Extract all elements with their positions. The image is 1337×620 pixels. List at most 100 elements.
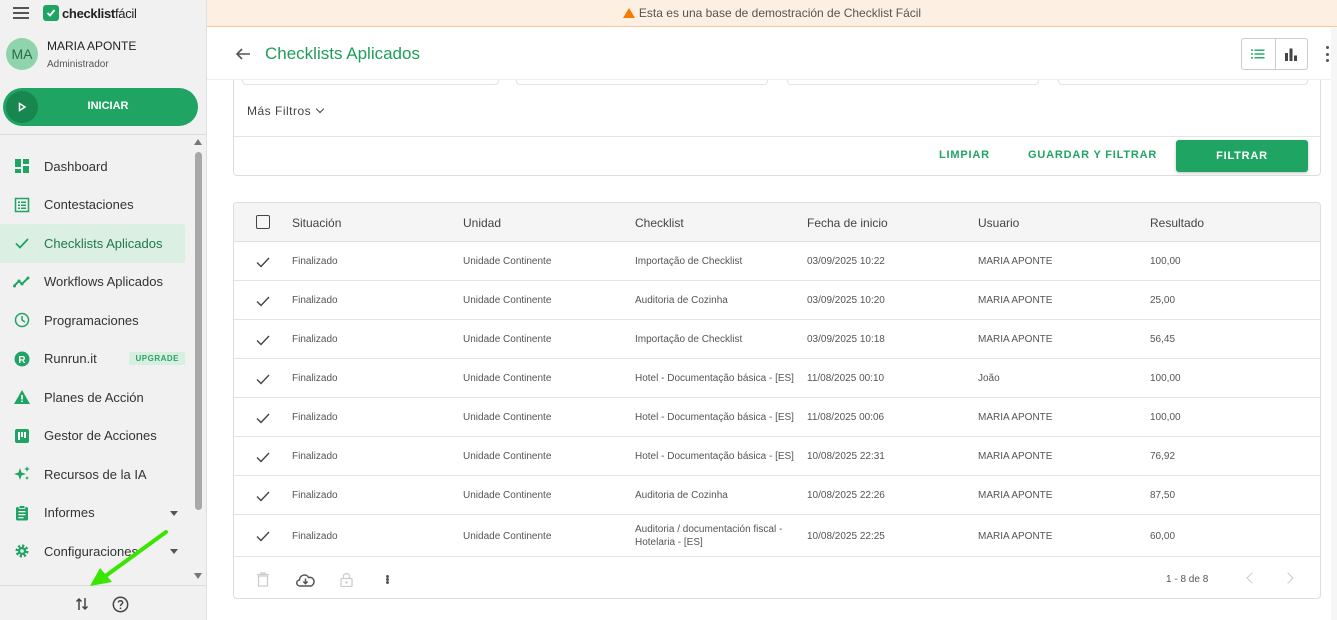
cell-usuario: MARIA APONTE (978, 451, 1053, 462)
filter-field[interactable] (242, 80, 499, 85)
gear-icon (13, 542, 31, 560)
sidebar-item-configuraciones[interactable]: Configuraciones (0, 532, 190, 571)
list-icon (13, 196, 31, 214)
list-view-button[interactable] (1242, 39, 1275, 69)
cell-situacion: Finalizado (292, 530, 338, 542)
cell-situacion: Finalizado (292, 490, 338, 501)
save-filter-button[interactable]: GUARDAR Y FILTRAR (1028, 149, 1157, 161)
expand-caret-icon[interactable] (170, 549, 178, 554)
switch-arrows-icon[interactable] (73, 595, 91, 613)
sidebar-item-label: Recursos de la IA (44, 466, 147, 482)
sidebar-item-informes[interactable]: Informes (0, 494, 190, 533)
avatar: MA (6, 38, 38, 70)
more-filters-label: Más Filtros (247, 104, 312, 118)
sidebar-item-dashboard[interactable]: Dashboard (0, 147, 190, 186)
scroll-down-icon[interactable] (194, 573, 202, 579)
filter-button[interactable]: FILTRAR (1176, 140, 1308, 172)
sparkle-icon (13, 465, 31, 483)
next-page-icon[interactable] (1282, 572, 1294, 584)
sidebar-item-workflows[interactable]: Workflows Aplicados (0, 263, 190, 302)
previous-page-icon[interactable] (1246, 572, 1258, 584)
table-row[interactable]: Finalizado Unidade Continente Hotel - Docu… (234, 398, 1320, 437)
table-row[interactable]: Finalizado Unidade Continente Auditoria de… (234, 476, 1320, 515)
sidebar-header: checklistfácil (0, 0, 206, 28)
check-icon (13, 234, 31, 252)
table-row[interactable]: Finalizado Unidade Continente Importação d… (234, 242, 1320, 281)
cloud-download-icon[interactable] (294, 570, 316, 588)
sidebar-item-label: Checklists Aplicados (44, 235, 163, 251)
column-header-usuario[interactable]: Usuario (978, 216, 1019, 230)
kanban-icon (13, 427, 31, 445)
sidebar-item-label: Workflows Aplicados (44, 274, 163, 290)
sidebar-item-programaciones[interactable]: Programaciones (0, 301, 190, 340)
column-header-unidad[interactable]: Unidad (463, 216, 501, 230)
svg-text:R: R (18, 355, 26, 366)
cell-unidad: Unidade Continente (463, 295, 552, 306)
filter-field[interactable] (516, 80, 768, 85)
column-header-checklist[interactable]: Checklist (635, 216, 684, 230)
sidebar-item-planes-accion[interactable]: Planes de Acción (0, 378, 190, 417)
page-title: Checklists Aplicados (265, 44, 420, 63)
cell-fecha: 10/08/2025 22:26 (807, 490, 885, 501)
table-row[interactable]: Finalizado Unidade Continente Auditoria de… (234, 281, 1320, 320)
cell-resultado: 56,45 (1150, 334, 1176, 345)
filter-field[interactable] (1058, 80, 1308, 85)
chart-view-button[interactable] (1274, 39, 1308, 69)
select-all-checkbox[interactable] (256, 215, 270, 229)
table-row[interactable]: Finalizado Unidade Continente Hotel - Docu… (234, 437, 1320, 476)
user-name: MARIA APONTE (47, 38, 137, 53)
filter-field[interactable] (787, 80, 1039, 85)
menu-icon[interactable] (13, 7, 29, 19)
cell-unidad: Unidade Continente (463, 490, 552, 501)
column-header-resultado[interactable]: Resultado (1150, 216, 1204, 230)
help-icon[interactable] (111, 595, 129, 613)
sidebar-scrollbar[interactable] (193, 137, 204, 584)
sidebar-item-runrunit[interactable]: R Runrun.it UPGRADE (0, 340, 190, 379)
sidebar-item-gestor-acciones[interactable]: Gestor de Acciones (0, 417, 190, 456)
table-row[interactable]: Finalizado Unidade Continente Importação d… (234, 320, 1320, 359)
logo-text: checklistfácil (62, 5, 137, 21)
clear-button[interactable]: LIMPIAR (939, 149, 990, 161)
more-options-icon[interactable] (1323, 46, 1331, 62)
more-filters-toggle[interactable]: Más Filtros (247, 104, 325, 118)
lock-icon[interactable] (337, 570, 355, 588)
sidebar-item-label: Runrun.it (44, 351, 97, 367)
sidebar: checklistfácil MA MARIA APONTE Administr… (0, 0, 207, 620)
table-row[interactable]: Finalizado Unidade Continente Auditoria / … (234, 515, 1320, 557)
results-table: Situación Unidad Checklist Fecha de inic… (233, 202, 1321, 599)
banner-text: Esta es una base de demostración de Chec… (638, 6, 922, 20)
sidebar-item-contestaciones[interactable]: Contestaciones (0, 186, 190, 225)
delete-icon[interactable] (254, 570, 272, 588)
start-button[interactable]: INICIAR (3, 88, 198, 126)
cell-checklist: Auditoria de Cozinha (635, 490, 728, 501)
cell-usuario: MARIA APONTE (978, 334, 1053, 345)
main-scrollbar[interactable] (1331, 28, 1337, 620)
sidebar-item-label: Configuraciones (44, 543, 138, 559)
user-profile[interactable]: MA MARIA APONTE Administrador (6, 38, 136, 70)
demo-banner: Esta es una base de demostración de Chec… (207, 0, 1337, 27)
sidebar-item-label: Programaciones (44, 312, 139, 328)
cell-resultado: 60,00 (1150, 530, 1176, 542)
table-row[interactable]: Finalizado Unidade Continente Hotel - Docu… (234, 359, 1320, 398)
cell-resultado: 76,92 (1150, 451, 1176, 462)
cell-checklist: Hotel - Documentação básica - [ES] (635, 412, 794, 423)
cell-resultado: 100,00 (1150, 373, 1181, 384)
table-more-options-icon[interactable] (383, 572, 391, 586)
cell-unidad: Unidade Continente (463, 451, 552, 462)
status-check-icon (256, 531, 270, 542)
sidebar-item-checklists-aplicados[interactable]: Checklists Aplicados (0, 224, 185, 263)
column-header-situacion[interactable]: Situación (292, 216, 341, 230)
cell-usuario: MARIA APONTE (978, 490, 1053, 501)
chevron-down-icon (315, 104, 325, 114)
app-logo[interactable]: checklistfácil (43, 5, 137, 21)
cell-unidad: Unidade Continente (463, 256, 552, 267)
sidebar-item-recursos-ia[interactable]: Recursos de la IA (0, 455, 190, 494)
scroll-up-icon[interactable] (194, 139, 202, 145)
scroll-thumb[interactable] (195, 152, 202, 510)
trending-icon (13, 273, 31, 291)
column-header-fecha[interactable]: Fecha de inicio (807, 216, 888, 230)
back-arrow-icon[interactable] (234, 45, 252, 63)
expand-caret-icon[interactable] (170, 510, 178, 516)
cell-checklist: Auditoria de Cozinha (635, 295, 728, 306)
filters-panel: Más Filtros LIMPIAR GUARDAR Y FILTRAR FI… (233, 80, 1321, 176)
